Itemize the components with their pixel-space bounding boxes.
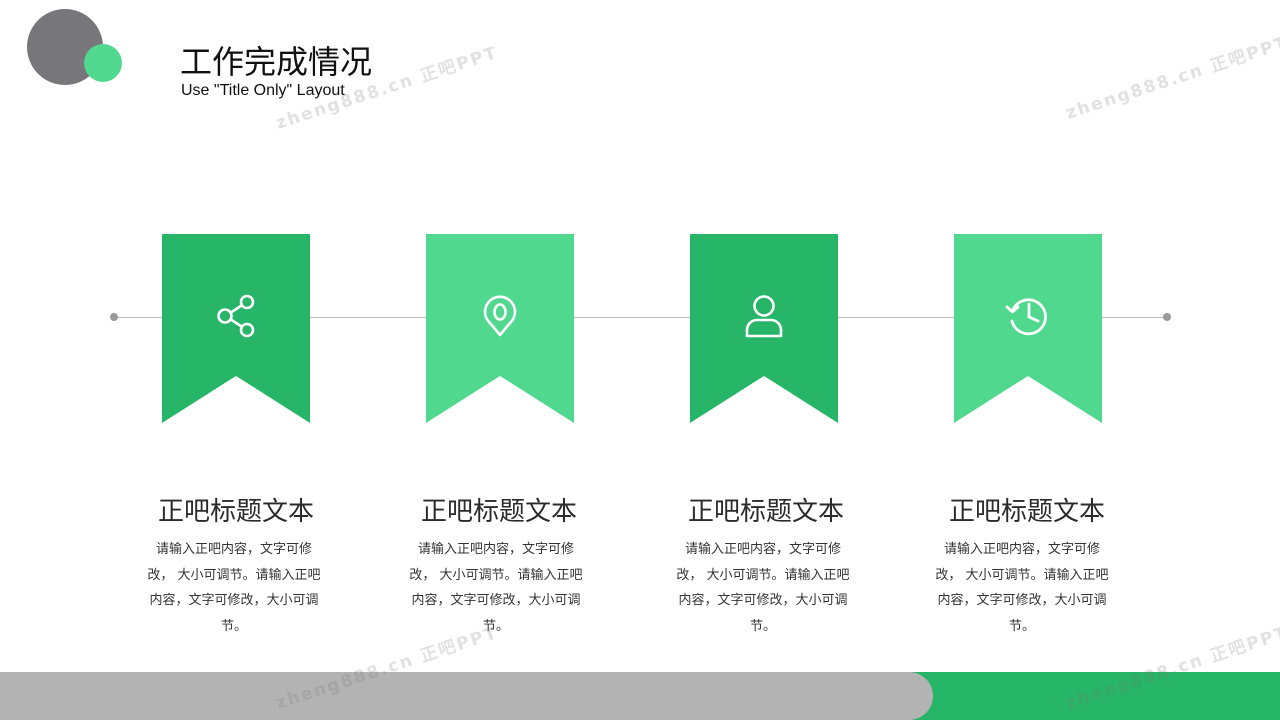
card-desc-1: 请输入正吧内容，文字可修改， 大小可调节。请输入正吧内容，文字可修改，大小可调节… (147, 542, 321, 634)
user-icon (740, 292, 788, 340)
card-title-4: 正吧标题文本 (948, 497, 1105, 527)
banner-2 (426, 234, 574, 423)
banner-4 (954, 234, 1102, 423)
timeline-dot-right (1163, 313, 1171, 321)
decor-circle-green (84, 44, 122, 82)
banner-1 (162, 234, 310, 423)
card-title-3: 正吧标题文本 (687, 497, 844, 527)
card-desc-3: 请输入正吧内容，文字可修改， 大小可调节。请输入正吧内容，文字可修改，大小可调节… (676, 542, 850, 634)
watermark: zheng888.cn 正吧PPT (1063, 32, 1280, 124)
card-title-1: 正吧标题文本 (157, 497, 314, 527)
location-pin-icon (476, 292, 524, 340)
timeline-dot-left (110, 313, 118, 321)
bottom-bar-gray (0, 672, 933, 720)
page-subtitle: Use "Title Only" Layout (181, 82, 345, 99)
card-desc-4: 请输入正吧内容，文字可修改， 大小可调节。请输入正吧内容，文字可修改，大小可调节… (935, 542, 1109, 634)
page-title: 工作完成情况 (180, 43, 373, 81)
bottom-bar-green (910, 672, 1280, 720)
card-desc-2: 请输入正吧内容，文字可修改， 大小可调节。请输入正吧内容，文字可修改，大小可调节… (409, 542, 583, 634)
share-icon (212, 292, 260, 340)
card-title-2: 正吧标题文本 (420, 497, 577, 527)
banner-3 (690, 234, 838, 423)
history-clock-icon (1004, 292, 1052, 340)
